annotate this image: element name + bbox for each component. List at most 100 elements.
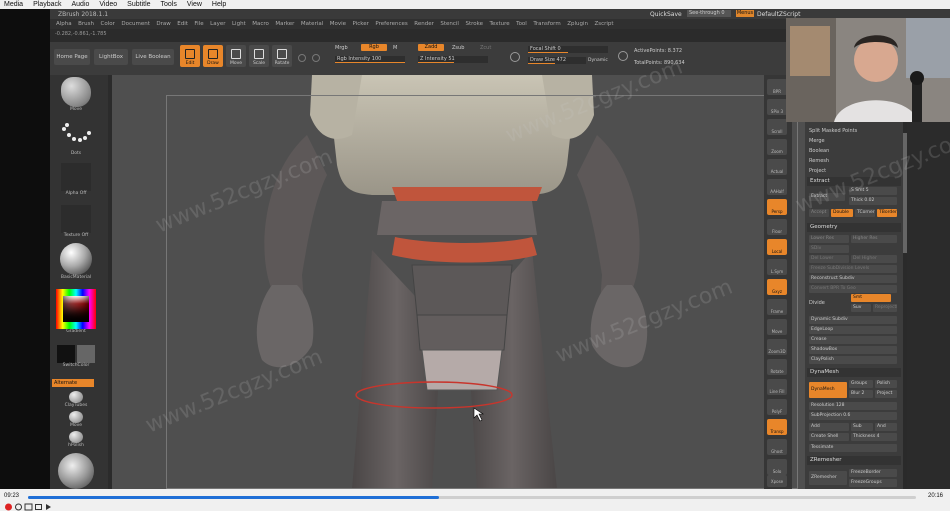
tessimate-button[interactable]: Tessimate (809, 444, 897, 452)
zmenu-material[interactable]: Material (301, 21, 323, 27)
rsmt-toggle[interactable]: ReprojectHigherSubdiv (873, 304, 897, 312)
solo-button[interactable]: Solo (767, 459, 787, 475)
zmenu-zplugin[interactable]: Zplugin (567, 21, 588, 27)
subprojection-slider[interactable]: SubProjection 0.6 (809, 412, 897, 420)
del-higher-button[interactable]: Del Higher (851, 255, 897, 263)
scroll-button[interactable]: Scroll (767, 119, 787, 135)
z-intensity-slider[interactable]: Z Intensity 51 (418, 56, 488, 63)
rotate-button[interactable]: Rotate (272, 45, 292, 67)
zmenu-picker[interactable]: Picker (353, 21, 369, 27)
zmenu-brush[interactable]: Brush (78, 21, 94, 27)
local-button[interactable]: Local (767, 239, 787, 255)
menu-help[interactable]: Help (212, 1, 226, 8)
xpose-button[interactable]: Xpose (767, 475, 787, 487)
lightbox-tab[interactable]: LightBox (94, 49, 128, 65)
snapshot-icon[interactable] (24, 503, 33, 511)
persp-button[interactable]: Persp (767, 199, 787, 215)
zmenu-document[interactable]: Document (121, 21, 150, 27)
zmenu-texture[interactable]: Texture (490, 21, 510, 27)
create-shell-button[interactable]: Create Shell (809, 433, 849, 441)
thickness-slider[interactable]: Thickness 4 (851, 433, 897, 441)
bpr-button[interactable]: BPR (767, 79, 787, 95)
zmenu-file[interactable]: File (194, 21, 203, 27)
zmenu-stroke[interactable]: Stroke (465, 21, 483, 27)
zmenu-tool[interactable]: Tool (516, 21, 527, 27)
suv-toggle[interactable]: Suv (851, 304, 871, 312)
zmenu-stencil[interactable]: Stencil (440, 21, 459, 27)
and-button[interactable]: And (875, 423, 897, 431)
zadd-toggle[interactable]: Zadd (418, 44, 444, 51)
rgb-toggle[interactable]: Rgb (361, 44, 387, 51)
groups-toggle[interactable]: Groups (849, 380, 873, 388)
draw-button[interactable]: Draw (203, 45, 223, 67)
gxyz-button[interactable]: Gxyz (767, 279, 787, 295)
frame-button[interactable]: Frame (767, 299, 787, 315)
freeze-border-toggle[interactable]: FreezeBorder (849, 469, 897, 477)
color-picker[interactable]: Gradient (56, 289, 96, 334)
next-frame-icon[interactable] (44, 503, 53, 511)
move-view-button[interactable]: Move (767, 319, 787, 335)
menu-tools[interactable]: Tools (161, 1, 177, 8)
geometry-section[interactable]: Geometry (807, 223, 901, 232)
mrgb-toggle[interactable]: Mrgb (335, 45, 348, 51)
zmenu-alpha[interactable]: Alpha (56, 21, 72, 27)
menu-audio[interactable]: Audio (71, 1, 89, 8)
actual-button[interactable]: Actual (767, 159, 787, 175)
zsub-toggle[interactable]: Zsub (452, 45, 464, 51)
zmenu-transform[interactable]: Transform (533, 21, 560, 27)
zmenu-color[interactable]: Color (101, 21, 115, 27)
floor-button[interactable]: Floor (767, 219, 787, 235)
tborder-toggle[interactable]: TBorder (877, 209, 897, 217)
zmenu-layer[interactable]: Layer (210, 21, 225, 27)
brush-selector[interactable]: Move (56, 77, 96, 112)
sdiv-slider[interactable]: SDiv (809, 245, 849, 253)
divide-button[interactable]: Divide (809, 299, 825, 307)
smt-toggle[interactable]: Smt (851, 294, 891, 302)
project-toggle[interactable]: Project (875, 390, 897, 398)
home-page-tab[interactable]: Home Page (54, 49, 90, 65)
tcorner-toggle[interactable]: TCorner (855, 209, 875, 217)
active-brush-sphere-icon[interactable] (58, 453, 94, 489)
zmenu-draw[interactable]: Draw (156, 21, 170, 27)
dynamic-toggle[interactable]: Dynamic (588, 58, 608, 63)
menu-subtitle[interactable]: Subtitle (127, 1, 150, 8)
merge-button[interactable]: Merge (809, 137, 825, 145)
rgb-intensity-slider[interactable]: Rgb Intensity 100 (335, 56, 405, 63)
see-through-slider[interactable]: See-through 0 (687, 10, 731, 17)
menu-media[interactable]: Media (4, 1, 23, 8)
aahalf-button[interactable]: AAHalf (767, 179, 787, 195)
split-masked-points-button[interactable]: Split Masked Points (809, 127, 857, 135)
play-icon[interactable] (4, 503, 13, 511)
dynamic-subdiv-button[interactable]: Dynamic Subdiv (809, 316, 897, 324)
quicksave-button[interactable]: QuickSave (650, 11, 682, 18)
lsym-button[interactable]: L.Sym (767, 259, 787, 275)
material-selector[interactable]: BasicMaterial (56, 243, 96, 280)
m-toggle[interactable]: M (393, 45, 397, 51)
alternate-toggle[interactable]: Alternate (52, 379, 94, 387)
project-button[interactable]: Project (809, 167, 826, 175)
material-circle-icon[interactable] (312, 54, 320, 62)
zremesher-section[interactable]: ZRemesher (807, 456, 901, 465)
convert-bpr-button[interactable]: Convert BPR To Geo (809, 285, 897, 293)
color-circle-icon[interactable] (298, 54, 306, 62)
edgeloop-button[interactable]: EdgeLoop (809, 326, 897, 334)
zmenu-movie[interactable]: Movie (330, 21, 346, 27)
crease-button[interactable]: Crease (809, 336, 897, 344)
menu-view[interactable]: View (187, 1, 202, 8)
zcut-toggle[interactable]: Zcut (480, 45, 491, 51)
record-icon[interactable] (14, 503, 23, 511)
edit-button[interactable]: Edit (180, 45, 200, 67)
dynamesh-button[interactable]: DynaMesh (809, 382, 847, 398)
zmenu-macro[interactable]: Macro (252, 21, 269, 27)
sub-button[interactable]: Sub (851, 423, 873, 431)
dynamesh-section[interactable]: DynaMesh (807, 368, 901, 377)
seek-bar[interactable] (28, 496, 916, 499)
live-boolean-tab[interactable]: Live Boolean (132, 49, 174, 65)
freeze-groups-toggle[interactable]: FreezeGroups (849, 479, 897, 487)
zmenu-zscript[interactable]: Zscript (594, 21, 613, 27)
zoom3d-button[interactable]: Zoom3D (767, 339, 787, 355)
resolution-slider[interactable]: Resolution 128 (809, 402, 897, 410)
brush-move[interactable]: Move (56, 411, 96, 428)
zmenu-light[interactable]: Light (232, 21, 246, 27)
remesh-button[interactable]: Remesh (809, 157, 829, 165)
